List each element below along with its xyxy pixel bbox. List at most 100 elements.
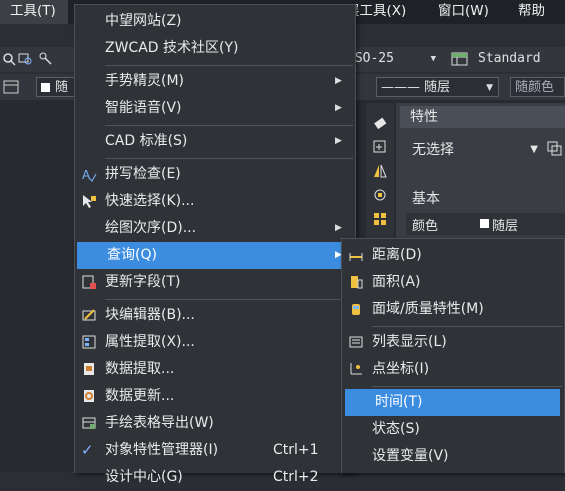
- menu-item-label: CAD 标准(S): [105, 133, 188, 149]
- checkmark-icon: ✓: [81, 441, 94, 459]
- menu-item-label: 拼写检查(E): [105, 166, 181, 182]
- svg-text:A: A: [82, 168, 91, 182]
- menu-item-status[interactable]: 状态(S): [342, 416, 564, 443]
- linetype-value: ——— 随层: [381, 80, 451, 95]
- menu-separator: [105, 125, 353, 126]
- menu-item-zwsoft-website[interactable]: 中望网站(Z): [75, 8, 355, 35]
- data-update-icon: [84, 390, 94, 402]
- palette-title: 特性: [400, 106, 565, 128]
- submenu-arrow-icon: ▶: [335, 76, 342, 86]
- menu-item-block-editor[interactable]: 块编辑器(B)...: [75, 302, 355, 329]
- table-style-combo[interactable]: Standard: [474, 49, 565, 69]
- linetype-combo[interactable]: ——— 随层 ▼: [376, 77, 499, 97]
- menu-item-update-fields[interactable]: 更新字段(T): [75, 269, 355, 296]
- color-swatch-icon: [41, 83, 50, 92]
- select-objects-icon[interactable]: [372, 187, 388, 203]
- menu-item-region-mass-properties[interactable]: 面域/质量特性(M): [342, 296, 564, 323]
- lineweight-value: 随颜色: [515, 80, 555, 95]
- menu-help[interactable]: 帮助(H: [510, 0, 565, 41]
- submenu-arrow-icon: ▶: [335, 136, 342, 146]
- menu-item-label: 属性提取(X)...: [105, 334, 195, 350]
- lineweight-combo[interactable]: 随颜色: [510, 77, 565, 97]
- grid-toggle-icon[interactable]: [372, 211, 388, 227]
- menu-item-label: 距离(D): [372, 247, 422, 263]
- menu-item-data-update[interactable]: 数据更新...: [75, 383, 355, 410]
- menu-separator: [372, 326, 562, 327]
- menu-item-label: 智能语音(V): [105, 100, 182, 116]
- chevron-down-icon: ▼: [430, 54, 436, 64]
- menu-item-label: 点坐标(I): [372, 361, 430, 377]
- menu-item-data-extraction[interactable]: 数据提取...: [75, 356, 355, 383]
- quick-select-icon: [83, 195, 96, 208]
- menu-item-time[interactable]: 时间(T): [345, 389, 560, 416]
- menu-item-hand-table-export[interactable]: 手绘表格导出(W): [75, 410, 355, 437]
- submenu-arrow-icon: ▶: [335, 103, 342, 113]
- menu-item-label: 手势精灵(M): [105, 73, 185, 89]
- menu-item-label: 数据更新...: [105, 388, 175, 404]
- update-fields-icon: [82, 275, 96, 289]
- menu-item-quick-select[interactable]: 快速选择(K)...: [75, 188, 355, 215]
- menu-item-label: 查询(Q): [107, 247, 157, 263]
- menu-item-spell-check[interactable]: A 拼写检查(E): [75, 161, 355, 188]
- property-label: 颜色: [412, 219, 439, 234]
- menu-item-tech-community[interactable]: ZWCAD 技术社区(Y): [75, 35, 355, 62]
- mirror-icon[interactable]: [372, 163, 388, 179]
- menu-item-set-variable[interactable]: 设置变量(V): [342, 443, 564, 470]
- selection-value: 无选择: [412, 142, 454, 158]
- menu-item-design-center[interactable]: 设计中心(G) Ctrl+2: [75, 464, 355, 491]
- distance-icon: [349, 253, 363, 261]
- menu-item-properties-manager[interactable]: ✓ 对象特性管理器(I) Ctrl+1: [75, 437, 355, 464]
- menu-separator: [105, 299, 353, 300]
- color-combo-value: 随: [55, 80, 69, 95]
- menu-tools[interactable]: 工具(T): [0, 0, 68, 24]
- menu-item-area[interactable]: 面积(A): [342, 269, 564, 296]
- menu-item-shortcut: Ctrl+1: [273, 442, 319, 458]
- menu-item-label: 状态(S): [372, 421, 420, 437]
- block-editor-icon: [82, 309, 96, 321]
- point-coordinate-icon: [350, 363, 362, 375]
- menu-item-list[interactable]: 列表显示(L): [342, 329, 564, 356]
- color-swatch-icon: [480, 219, 489, 228]
- property-row-color[interactable]: 颜色 随层: [406, 213, 565, 235]
- menu-item-label: 面域/质量特性(M): [372, 301, 484, 317]
- pan-icon[interactable]: [38, 51, 54, 67]
- menu-item-id-point[interactable]: 点坐标(I): [342, 356, 564, 383]
- menu-item-label: 设计中心(G): [105, 469, 183, 485]
- menu-item-distance[interactable]: 距离(D): [342, 242, 564, 269]
- dimension-style-combo[interactable]: ISO-25 ▼: [343, 49, 441, 69]
- menu-item-attribute-extract[interactable]: 属性提取(X)...: [75, 329, 355, 356]
- selection-dropdown[interactable]: 无选择 ▼: [406, 138, 542, 162]
- menu-item-label: 快速选择(K)...: [105, 193, 195, 209]
- eraser-icon[interactable]: [372, 115, 388, 131]
- menu-item-inquiry[interactable]: 查询(Q) ▶: [77, 242, 357, 269]
- menu-item-label: 对象特性管理器(I): [105, 442, 219, 458]
- menu-item-label: 更新字段(T): [105, 274, 181, 290]
- color-combo[interactable]: 随: [36, 77, 76, 97]
- data-extraction-icon: [84, 363, 94, 375]
- menu-item-label: 绘图次序(D)...: [105, 220, 197, 236]
- menu-item-draw-order[interactable]: 绘图次序(D)... ▶: [75, 215, 355, 242]
- mass-properties-icon: [352, 304, 360, 315]
- list-icon: [349, 336, 363, 348]
- menu-separator: [105, 158, 353, 159]
- layer-match-icon[interactable]: [2, 79, 20, 95]
- menu-item-gesture-wizard[interactable]: 手势精灵(M) ▶: [75, 68, 355, 95]
- menu-item-label: 时间(T): [375, 394, 423, 410]
- menu-separator: [105, 65, 353, 66]
- table-export-icon: [82, 417, 96, 429]
- table-style-icon: [451, 52, 468, 66]
- menu-window[interactable]: 窗口(W): [430, 0, 497, 24]
- chevron-down-icon: ▼: [530, 144, 538, 155]
- menu-item-label: 设置变量(V): [372, 448, 449, 464]
- add-selection-icon[interactable]: [372, 139, 388, 155]
- zoom-window-icon[interactable]: [2, 51, 16, 67]
- menu-item-voice-assistant[interactable]: 智能语音(V) ▶: [75, 95, 355, 122]
- inquiry-submenu: 距离(D) 面积(A) 面域/质量特性(M) 列表显示(L) 点坐标(I) 时间…: [341, 238, 565, 473]
- menu-item-cad-standards[interactable]: CAD 标准(S) ▶: [75, 128, 355, 155]
- quick-select-icon[interactable]: [546, 140, 564, 158]
- section-general[interactable]: 基本: [406, 188, 440, 210]
- menu-item-shortcut: Ctrl+2: [273, 469, 319, 485]
- table-style-value: Standard: [478, 51, 541, 66]
- menu-item-label: 数据提取...: [105, 361, 175, 377]
- zoom-previous-icon[interactable]: [18, 51, 34, 67]
